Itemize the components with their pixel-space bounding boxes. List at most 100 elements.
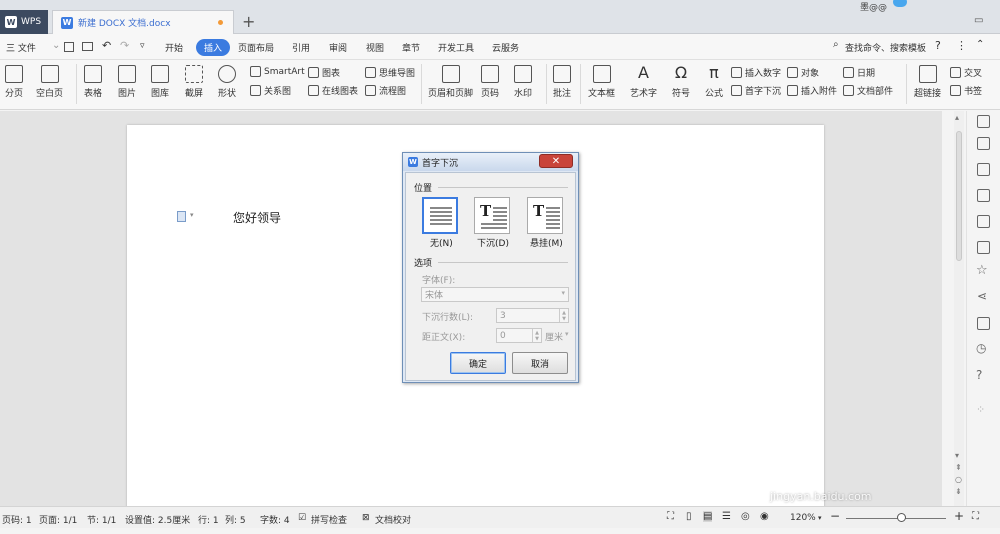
- mindmap-button[interactable]: 思维导图: [365, 66, 415, 79]
- save-icon[interactable]: [64, 42, 74, 52]
- avatar[interactable]: [893, 0, 907, 7]
- position-margin-option[interactable]: T: [527, 197, 563, 234]
- window-restore-icon[interactable]: ▭: [974, 15, 983, 26]
- object-button[interactable]: 对象: [787, 66, 819, 79]
- share-icon[interactable]: ⋖: [977, 289, 987, 303]
- comment-button[interactable]: 批注: [553, 65, 571, 99]
- search-icon[interactable]: ⌕: [833, 39, 839, 50]
- watermark-button[interactable]: 水印: [514, 65, 532, 99]
- header-footer-button[interactable]: 页眉和页脚: [428, 65, 473, 99]
- insert-number-button[interactable]: 插入数字: [731, 66, 781, 79]
- zoom-in-icon[interactable]: +: [954, 509, 964, 523]
- new-tab-icon[interactable]: +: [242, 12, 255, 31]
- file-menu[interactable]: 三 文件: [6, 41, 36, 54]
- zoom-chevron-icon[interactable]: ▾: [818, 514, 822, 522]
- chart-button[interactable]: 图表: [308, 66, 340, 79]
- reading-view-icon[interactable]: ▯: [686, 511, 692, 522]
- position-dropped-option[interactable]: T: [474, 197, 510, 234]
- status-setting[interactable]: 设置值: 2.5厘米: [125, 513, 190, 526]
- menu-tab-developer[interactable]: 开发工具: [438, 41, 474, 54]
- attachment-button[interactable]: 插入附件: [787, 84, 837, 97]
- gallery-panel-icon[interactable]: [977, 241, 990, 254]
- zoom-level[interactable]: 120%: [790, 513, 816, 523]
- status-row[interactable]: 行: 1: [198, 513, 219, 526]
- collapse-ribbon-icon[interactable]: ⌃: [976, 39, 984, 50]
- relation-chart-button[interactable]: 关系图: [250, 84, 291, 97]
- wps-home-tab[interactable]: W WPS: [0, 10, 48, 34]
- prev-page-icon[interactable]: ⇞: [955, 463, 962, 472]
- position-dropped-label[interactable]: 下沉(D): [477, 236, 509, 249]
- menu-tab-view[interactable]: 视图: [366, 41, 384, 54]
- formula-button[interactable]: π 公式: [705, 65, 723, 100]
- menu-tab-cloud[interactable]: 云服务: [492, 41, 519, 54]
- menu-tab-chapter[interactable]: 章节: [402, 41, 420, 54]
- menu-tab-home[interactable]: 开始: [165, 41, 183, 54]
- screenshot-button[interactable]: 截屏: [185, 65, 203, 99]
- cancel-button[interactable]: 取消: [512, 352, 568, 374]
- shape-panel-icon[interactable]: [977, 189, 990, 202]
- blank-page-button[interactable]: 空白页: [36, 65, 63, 99]
- crossref-button[interactable]: 交叉: [950, 66, 982, 79]
- paragraph-menu-chevron-icon[interactable]: ▾: [190, 211, 194, 219]
- select-browse-icon[interactable]: ○: [955, 475, 962, 484]
- spinner-icon[interactable]: ▲ ▼: [532, 329, 541, 342]
- archive-icon[interactable]: [977, 317, 990, 330]
- unit-chevron-icon[interactable]: ▾: [565, 330, 569, 338]
- edit-icon[interactable]: [977, 137, 990, 150]
- outline-view-icon[interactable]: ☰: [722, 511, 731, 522]
- star-icon[interactable]: ☆: [976, 263, 988, 278]
- position-margin-label[interactable]: 悬挂(M): [530, 236, 563, 249]
- fit-window-icon[interactable]: ⛶: [972, 511, 979, 522]
- wordart-button[interactable]: A 艺术字: [630, 65, 657, 100]
- status-page-number[interactable]: 页码: 1: [2, 513, 32, 526]
- menu-tab-review[interactable]: 审阅: [329, 41, 347, 54]
- status-section[interactable]: 节: 1/1: [87, 513, 116, 526]
- drop-cap-button[interactable]: 首字下沉: [731, 84, 781, 97]
- redo-icon[interactable]: ↷: [120, 39, 129, 52]
- next-page-icon[interactable]: ⇟: [955, 487, 962, 496]
- print-icon[interactable]: [82, 42, 93, 51]
- proofread-icon[interactable]: ⊠: [362, 513, 370, 523]
- menu-tab-insert[interactable]: 插入: [196, 39, 231, 56]
- ok-button[interactable]: 确定: [450, 352, 506, 374]
- shapes-button[interactable]: 形状: [218, 65, 236, 99]
- vertical-scrollbar[interactable]: ▴ ▾ ⇞ ○ ⇟: [954, 111, 964, 506]
- page-break-button[interactable]: 分页: [5, 65, 23, 99]
- distance-unit[interactable]: 厘米: [545, 330, 563, 343]
- help-circle-icon[interactable]: ?: [976, 368, 982, 382]
- scroll-up-icon[interactable]: ▴: [955, 113, 959, 122]
- font-select[interactable]: 宋体 ▾: [421, 287, 569, 302]
- smartart-button[interactable]: SmartArt: [250, 66, 305, 77]
- history-icon[interactable]: ◷: [976, 341, 986, 355]
- gallery-button[interactable]: 图库: [151, 65, 169, 99]
- document-text[interactable]: 您好领导: [233, 209, 281, 226]
- help-icon[interactable]: ?: [935, 39, 941, 52]
- command-search[interactable]: 查找命令、搜索模板: [845, 41, 926, 54]
- status-pages[interactable]: 页面: 1/1: [39, 513, 77, 526]
- more-icon[interactable]: ⋮: [956, 39, 967, 52]
- user-name[interactable]: 墨@@: [860, 0, 887, 13]
- menu-tab-layout[interactable]: 页面布局: [238, 41, 274, 54]
- zoom-slider[interactable]: [846, 518, 946, 519]
- web-view-icon[interactable]: ◎: [741, 511, 750, 522]
- proofread-button[interactable]: 文档校对: [375, 513, 411, 526]
- position-none-option[interactable]: [422, 197, 458, 234]
- spell-check-icon[interactable]: ☑: [298, 513, 306, 523]
- zoom-out-icon[interactable]: −: [830, 509, 840, 523]
- cursor-icon[interactable]: [977, 163, 990, 176]
- bookmark-panel-icon[interactable]: [977, 115, 990, 128]
- eye-protect-icon[interactable]: ◉: [760, 511, 769, 522]
- page-number-button[interactable]: 页码: [481, 65, 499, 99]
- document-tab[interactable]: W 新建 DOCX 文档.docx: [52, 10, 234, 34]
- table-button[interactable]: 表格: [84, 65, 102, 99]
- apps-grid-icon[interactable]: ⁘: [976, 403, 985, 416]
- settings-sliders-icon[interactable]: [977, 215, 990, 228]
- chevron-down-icon[interactable]: ⌄: [52, 40, 60, 51]
- position-none-label[interactable]: 无(N): [430, 236, 453, 249]
- status-word-count[interactable]: 字数: 4: [260, 513, 290, 526]
- doc-parts-button[interactable]: 文档部件: [843, 84, 893, 97]
- picture-button[interactable]: 图片: [118, 65, 136, 99]
- zoom-slider-handle[interactable]: [897, 513, 906, 522]
- quick-access-more-icon[interactable]: ▿: [140, 41, 145, 51]
- close-icon[interactable]: ✕: [539, 154, 573, 168]
